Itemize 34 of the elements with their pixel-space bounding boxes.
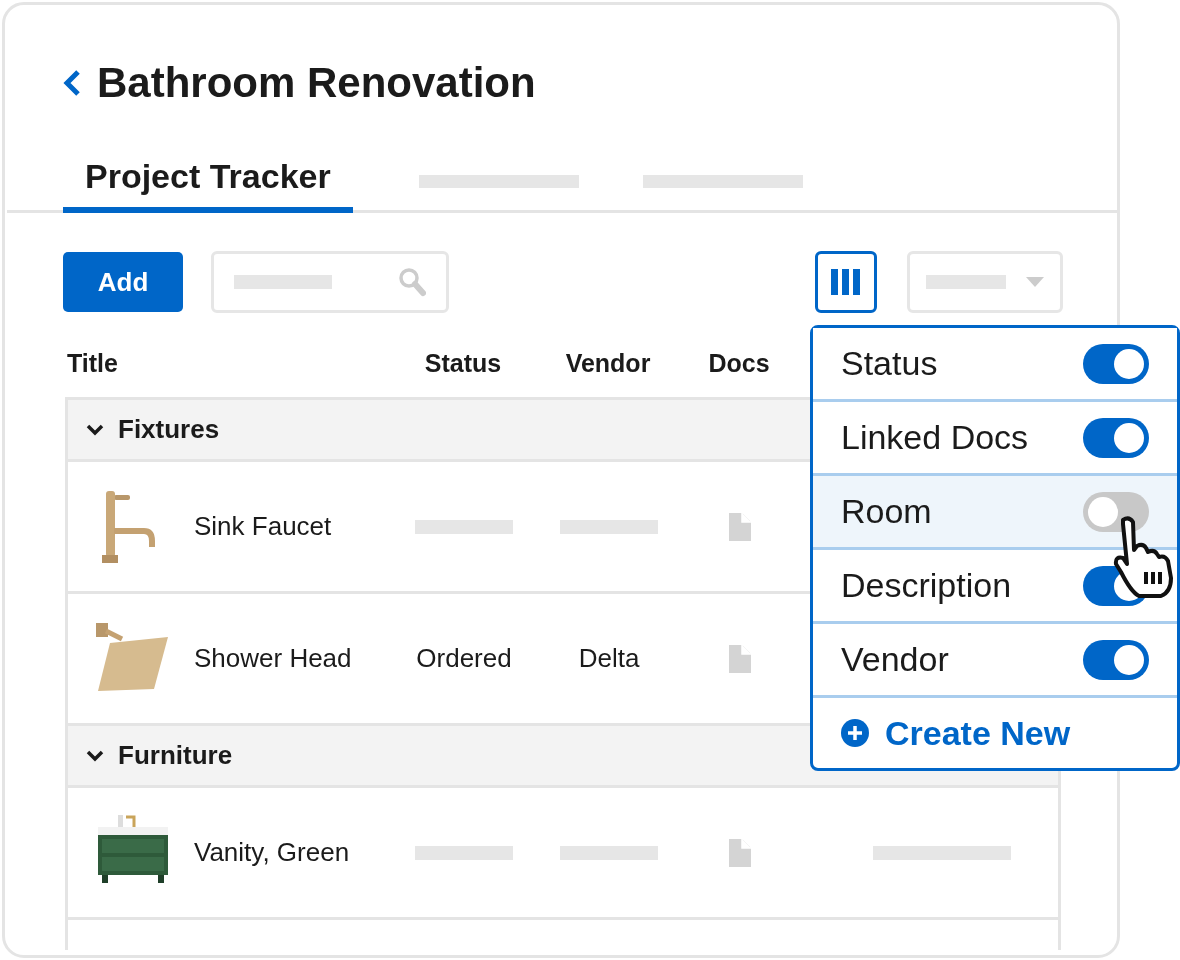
- menu-item[interactable]: Status: [813, 328, 1177, 402]
- chevron-icon[interactable]: [86, 423, 104, 436]
- item-title: Vanity, Green: [194, 836, 350, 869]
- table-cell-text: Ordered: [416, 642, 512, 675]
- column-header[interactable]: Vendor: [523, 345, 693, 383]
- tab[interactable]: Project Tracker: [63, 145, 353, 213]
- back-chevron-icon[interactable]: [63, 69, 81, 97]
- caret-icon: [1026, 277, 1044, 287]
- item-title: Sink Faucet: [194, 510, 332, 543]
- plus-circle-icon: [841, 719, 869, 747]
- column-header[interactable]: Status: [403, 345, 523, 383]
- search-field[interactable]: [211, 251, 449, 313]
- menu-item[interactable]: Room: [813, 476, 1177, 550]
- columns-button[interactable]: [815, 251, 877, 313]
- toggle-switch[interactable]: [1083, 491, 1149, 532]
- add-button[interactable]: Add: [63, 252, 183, 312]
- document-icon: [729, 644, 751, 673]
- toggle-switch[interactable]: [1083, 417, 1149, 458]
- toggle-switch[interactable]: [1083, 343, 1149, 384]
- hand-cursor-icon: [1113, 516, 1175, 600]
- table-cell-text: Delta: [578, 642, 640, 675]
- document-icon: [729, 512, 751, 541]
- create-new-link[interactable]: Create New: [813, 698, 1077, 768]
- columns-icon: [831, 269, 861, 295]
- page-title: Bathroom Renovation: [97, 62, 536, 104]
- document-icon: [729, 838, 751, 867]
- search-icon: [398, 267, 426, 297]
- column-header[interactable]: Docs: [693, 345, 785, 383]
- group-name: Fixtures: [118, 413, 220, 446]
- group-name: Furniture: [118, 739, 233, 772]
- chevron-icon[interactable]: [86, 749, 104, 762]
- column-header[interactable]: Title: [67, 345, 403, 383]
- toggle-switch[interactable]: [1083, 639, 1149, 680]
- item-title: Shower Head: [194, 642, 352, 675]
